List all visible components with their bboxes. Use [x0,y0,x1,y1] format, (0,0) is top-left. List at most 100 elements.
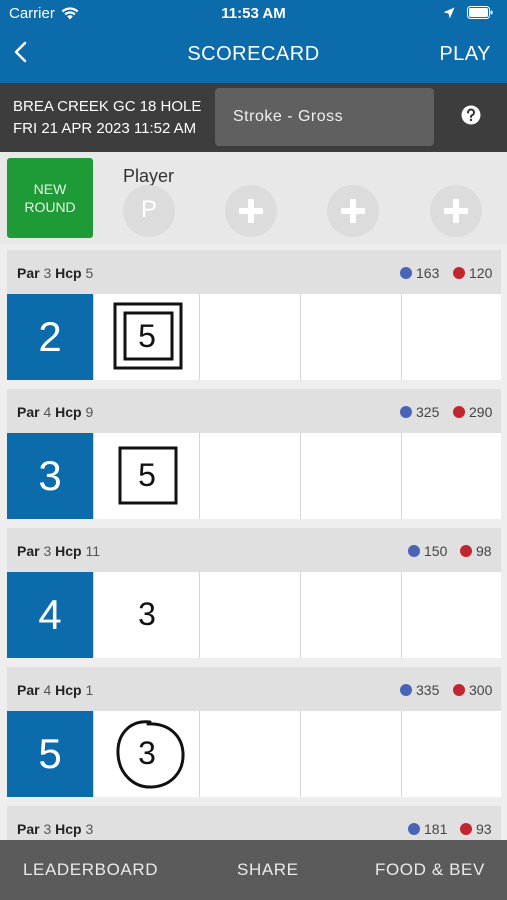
score-cell[interactable] [401,433,502,519]
hole-header: Par 3 Hcp 5 163 120 [7,250,501,294]
hole-card: Par 3 Hcp 3 181 93 [7,806,501,840]
par-value: 3 [43,821,52,837]
nav-bar: SCORECARD PLAY [0,28,507,83]
blue-tee-yardage: 181 [408,821,447,837]
new-round-label-line2: ROUND [24,199,76,215]
help-icon[interactable] [461,105,481,125]
par-value: 3 [43,265,52,281]
red-tee-yardage: 93 [460,821,492,837]
blue-tee-yardage: 150 [408,543,447,559]
score-cell[interactable]: 3 [93,711,200,797]
hole-header: Par 3 Hcp 11 150 98 [7,528,501,572]
blue-tee-icon [408,823,420,835]
score-cell[interactable]: 5 [93,294,200,380]
red-tee-icon [453,684,465,696]
red-tee-icon [453,406,465,418]
score-cell[interactable] [401,294,502,380]
blue-tee-icon [400,267,412,279]
score-cell[interactable] [300,572,402,658]
hcp-value: 3 [85,821,94,837]
score-cell[interactable]: 5 [93,433,200,519]
red-tee-yardage: 98 [460,543,492,559]
page-title: SCORECARD [187,43,320,65]
blue-tee-icon [400,406,412,418]
score-cell[interactable] [401,711,502,797]
blue-tee-icon [400,684,412,696]
share-tab[interactable]: SHARE [237,860,299,880]
hole-list[interactable]: Par 3 Hcp 5 163 120 2 5 Par 4 Hcp 9 325 … [0,244,507,840]
hole-number[interactable]: 5 [7,711,93,797]
score-cell[interactable] [199,294,301,380]
food-bev-tab[interactable]: FOOD & BEV [375,860,485,880]
hole-number[interactable]: 4 [7,572,93,658]
status-bar: Carrier 11:53 AM [0,0,507,28]
new-round-button[interactable]: NEW ROUND [7,158,93,238]
par-value: 4 [43,682,52,698]
par-hcp: Par 4 Hcp 9 [17,404,94,420]
score-cell[interactable]: 3 [93,572,200,658]
score-cell[interactable] [199,711,301,797]
hole-score-row: 3 5 [7,433,501,519]
hcp-value: 5 [85,265,94,281]
hole-header: Par 4 Hcp 1 335 300 [7,667,501,711]
hole-card: Par 3 Hcp 5 163 120 2 5 [7,250,501,380]
course-name: BREA CREEK GC 18 HOLE [13,98,202,115]
hcp-value: 9 [85,404,94,420]
blue-tee-yardage: 325 [400,404,439,420]
red-tee-icon [460,823,472,835]
score-value: 5 [138,457,156,493]
par-hcp: Par 3 Hcp 11 [17,543,101,559]
red-tee-yardage: 290 [453,404,492,420]
add-player-button[interactable] [430,185,482,237]
add-player-button[interactable] [225,185,277,237]
scoring-mode-select[interactable]: Stroke - Gross [215,88,434,146]
blue-tee-yardage: 335 [400,682,439,698]
score-cell[interactable] [300,433,402,519]
hole-score-row: 2 5 [7,294,501,380]
red-tee-yardage: 300 [453,682,492,698]
player-initial: P [140,196,157,223]
score-cell[interactable] [401,572,502,658]
new-round-label-line1: NEW [33,181,67,197]
play-button[interactable]: PLAY [439,43,491,66]
par-value: 3 [43,543,52,559]
red-tee-icon [453,267,465,279]
par-hcp: Par 3 Hcp 5 [17,265,94,281]
status-time: 11:53 AM [221,5,286,22]
hole-header: Par 4 Hcp 9 325 290 [7,389,501,433]
hole-header: Par 3 Hcp 3 181 93 [7,806,501,840]
leaderboard-tab[interactable]: LEADERBOARD [23,860,158,880]
red-tee-yardage: 120 [453,265,492,281]
player-avatar[interactable]: P [123,185,175,237]
score-cell[interactable] [199,433,301,519]
score-cell[interactable] [300,294,402,380]
hole-number[interactable]: 2 [7,294,93,380]
bottom-bar: LEADERBOARD SHARE FOOD & BEV [0,840,507,900]
blue-tee-yardage: 163 [400,265,439,281]
score-cell[interactable] [199,572,301,658]
par-hcp: Par 4 Hcp 1 [17,682,94,698]
hole-card: Par 4 Hcp 9 325 290 3 5 [7,389,501,519]
add-player-button[interactable] [327,185,379,237]
hcp-value: 11 [85,543,101,559]
red-tee-icon [460,545,472,557]
course-bar: BREA CREEK GC 18 HOLE FRI 21 APR 2023 11… [0,83,507,152]
players-row: NEW ROUND Player P [0,152,507,244]
hcp-value: 1 [85,682,94,698]
hole-number[interactable]: 3 [7,433,93,519]
hole-score-row: 4 3 [7,572,501,658]
par-hcp: Par 3 Hcp 3 [17,821,94,837]
battery-icon [467,6,493,19]
scoring-mode-label: Stroke - Gross [233,108,344,125]
score-cell[interactable] [300,711,402,797]
score-value: 3 [138,596,156,632]
hole-card: Par 4 Hcp 1 335 300 5 3 [7,667,501,797]
player-label: Player [123,166,175,186]
hole-card: Par 3 Hcp 11 150 98 4 3 [7,528,501,658]
location-arrow-icon [443,7,455,18]
round-datetime: FRI 21 APR 2023 11:52 AM [13,120,197,137]
score-value: 3 [138,735,156,771]
par-value: 4 [43,404,52,420]
hole-score-row: 5 3 [7,711,501,797]
score-value: 5 [138,318,156,354]
